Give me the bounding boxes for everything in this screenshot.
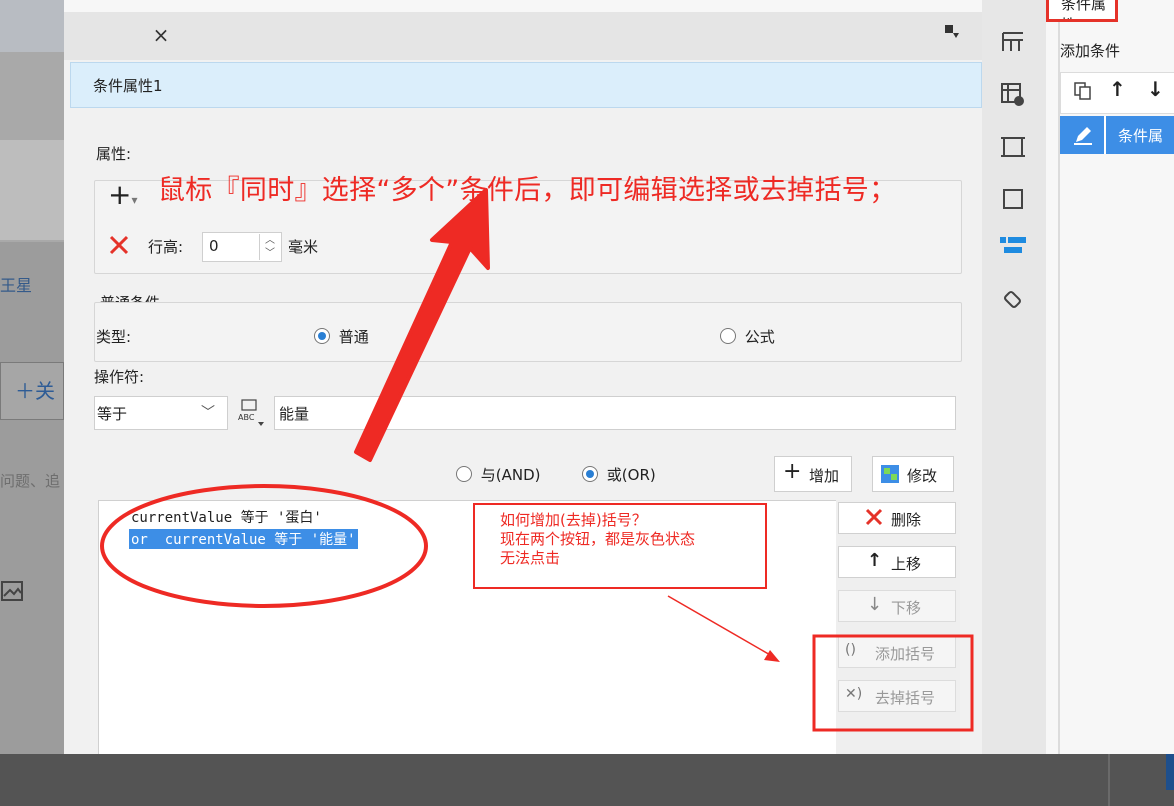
annotation-note-line-1: 如何增加(去掉)括号？ xyxy=(500,511,647,529)
annotation-ellipse xyxy=(100,484,428,608)
annotation-overlay xyxy=(100,188,974,732)
annotation-pointer-head xyxy=(764,650,780,662)
annotation-arrow xyxy=(354,188,490,462)
annotation-pointer-line xyxy=(667,595,773,657)
annotation-bracket-box xyxy=(812,634,974,732)
annotation-note-line-2: 现在两个按钮，都是灰色状态 xyxy=(500,530,696,548)
annotation-note: 如何增加(去掉)括号？ 现在两个按钮，都是灰色状态 无法点击 xyxy=(500,511,695,568)
annotation-note-line-3: 无法点击 xyxy=(500,549,561,567)
